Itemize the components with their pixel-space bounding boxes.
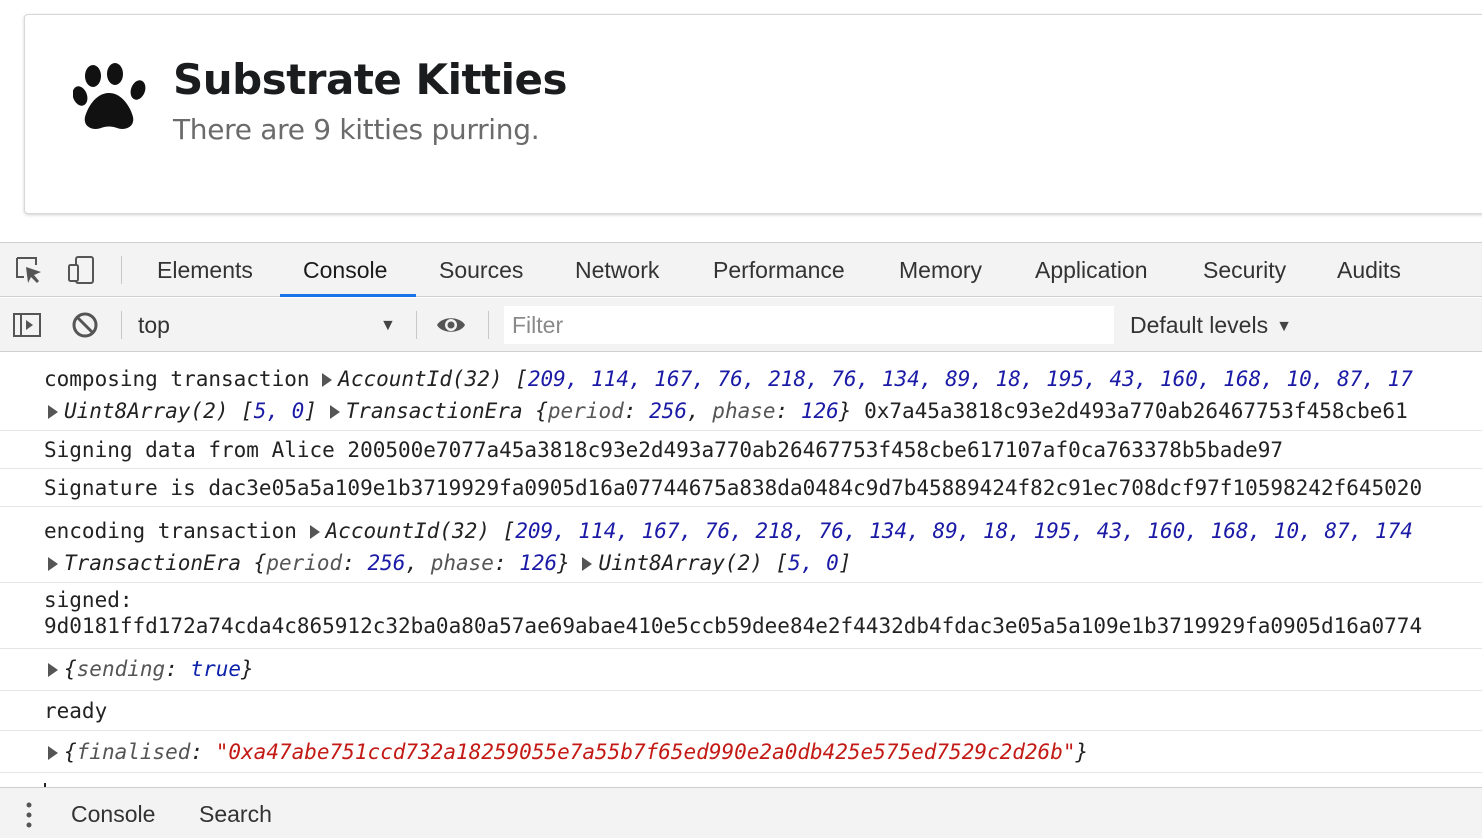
tab-security[interactable]: Security	[1203, 243, 1286, 297]
console-message: ready	[0, 691, 1482, 731]
era-phase: 126	[519, 551, 558, 575]
expand-triangle-icon[interactable]	[48, 557, 58, 571]
console-message: {sending: true}	[0, 649, 1482, 691]
app-header-card: Substrate Kitties There are 9 kitties pu…	[24, 14, 1482, 214]
object-key: phase	[430, 551, 494, 575]
object-key: sending	[76, 657, 166, 681]
device-toolbar-icon[interactable]	[66, 255, 96, 285]
filter-input[interactable]	[504, 306, 1114, 344]
expand-triangle-icon[interactable]	[48, 405, 58, 419]
devtools-drawer: Console Search	[0, 787, 1482, 838]
object-type[interactable]: AccountId(32)	[326, 519, 490, 543]
tab-network[interactable]: Network	[575, 243, 659, 297]
console-message: composing transaction AccountId(32) [209…	[0, 353, 1482, 431]
expand-triangle-icon[interactable]	[582, 557, 593, 571]
log-label: signed:	[44, 588, 133, 612]
live-expression-eye-icon[interactable]	[436, 310, 466, 340]
console-message: encoding transaction AccountId(32) [209,…	[0, 507, 1482, 583]
expand-triangle-icon[interactable]	[48, 663, 58, 677]
object-type[interactable]: AccountId(32)	[338, 367, 502, 391]
expand-triangle-icon[interactable]	[48, 746, 58, 760]
hash-value: 0x7a45a3818c93e2d493a770ab26467753f458cb…	[864, 399, 1408, 423]
log-text: encoding transaction	[44, 519, 297, 543]
object-key: period	[266, 551, 343, 575]
era-period: 256	[649, 399, 687, 423]
log-text: composing transaction	[44, 367, 310, 391]
object-key: finalised	[76, 740, 191, 764]
context-selector[interactable]: top	[138, 298, 170, 352]
chevron-down-icon: ▼	[1276, 318, 1292, 335]
drawer-tab-search[interactable]: Search	[199, 788, 272, 838]
console-message: Signature is dac3e05a5a109e1b3719929fa09…	[0, 469, 1482, 507]
log-text: Signature is dac3e05a5a109e1b3719929fa09…	[44, 476, 1423, 500]
toolbar-divider	[121, 311, 122, 339]
object-type[interactable]: TransactionEra	[346, 399, 523, 423]
tab-elements[interactable]: Elements	[157, 243, 253, 297]
era-phase: 126	[800, 399, 839, 423]
object-type[interactable]: TransactionEra	[64, 551, 241, 575]
toolbar-divider	[488, 311, 489, 339]
object-key: phase	[712, 399, 776, 423]
tab-sources[interactable]: Sources	[439, 243, 523, 297]
devtools-tabbar: Elements Console Sources Network Perform…	[0, 243, 1482, 297]
clear-console-icon[interactable]	[70, 310, 100, 340]
object-type[interactable]: Uint8Array(2)	[598, 551, 762, 575]
show-sidebar-icon[interactable]	[12, 310, 42, 340]
tab-memory[interactable]: Memory	[899, 243, 982, 297]
devtools-panel: Elements Console Sources Network Perform…	[0, 242, 1482, 838]
page-title: Substrate Kitties	[173, 55, 568, 104]
log-text: ready	[44, 699, 108, 723]
page-subtitle: There are 9 kitties purring.	[173, 113, 540, 146]
tab-performance[interactable]: Performance	[713, 243, 845, 297]
console-message: signed: 9d0181ffd172a74cda4c865912c32ba0…	[0, 583, 1482, 649]
drawer-tab-console[interactable]: Console	[71, 788, 155, 838]
toolbar-divider	[121, 256, 122, 284]
signed-hex-value: 9d0181ffd172a74cda4c865912c32ba0a80a57ae…	[44, 614, 1423, 638]
context-dropdown-icon[interactable]: ▼	[380, 317, 396, 335]
log-levels-dropdown[interactable]: Default levels ▼	[1130, 298, 1292, 352]
expand-triangle-icon[interactable]	[322, 373, 333, 387]
inspect-element-icon[interactable]	[14, 255, 44, 285]
more-options-icon[interactable]	[26, 802, 32, 828]
log-text: Signing data from Alice 200500e7077a45a3…	[44, 438, 1284, 462]
account-values: 209, 114, 167, 76, 218, 76, 134, 89, 18,…	[527, 367, 1413, 391]
uint-values: 5, 0	[788, 551, 839, 575]
tab-application[interactable]: Application	[1035, 243, 1148, 297]
log-levels-label: Default levels	[1130, 312, 1269, 338]
uint-values: 5, 0	[253, 399, 305, 423]
paw-icon	[73, 63, 146, 129]
expand-triangle-icon[interactable]	[309, 525, 320, 539]
console-message: {finalised: "0xa47abe751ccd732a18259055e…	[0, 731, 1482, 773]
tab-console[interactable]: Console	[303, 243, 387, 297]
string-value: "0xa47abe751ccd732a18259055e7a55b7f65ed9…	[215, 740, 1076, 764]
object-key: period	[547, 399, 624, 423]
console-toolbar: top ▼ Default levels ▼	[0, 298, 1482, 352]
object-type[interactable]: Uint8Array(2)	[64, 399, 228, 423]
console-message: Signing data from Alice 200500e7077a45a3…	[0, 431, 1482, 469]
tab-audits[interactable]: Audits	[1337, 243, 1401, 297]
console-output: composing transaction AccountId(32) [209…	[0, 353, 1482, 787]
active-tab-indicator	[280, 294, 416, 297]
era-period: 256	[367, 551, 406, 575]
account-values: 209, 114, 167, 76, 218, 76, 134, 89, 18,…	[515, 519, 1413, 543]
boolean-value: true	[190, 657, 242, 681]
expand-triangle-icon[interactable]	[329, 405, 340, 419]
toolbar-divider	[416, 311, 417, 339]
